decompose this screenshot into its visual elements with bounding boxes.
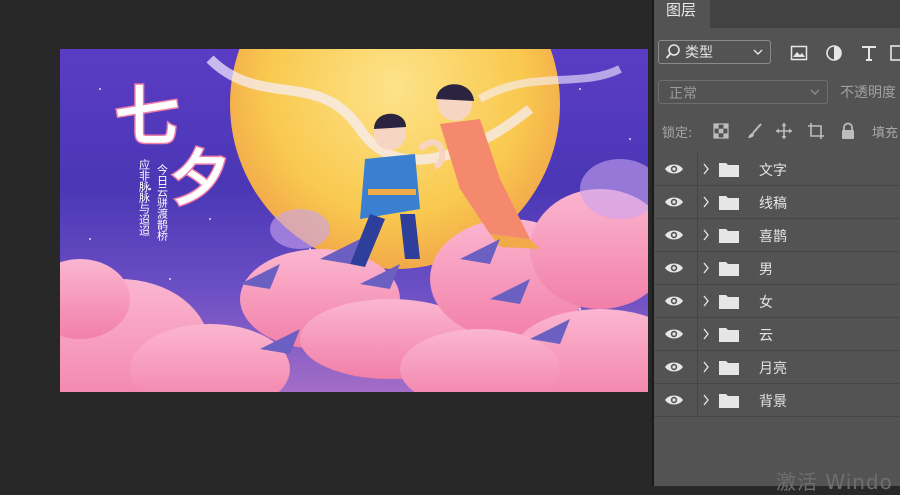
column-divider	[697, 351, 698, 383]
opacity-label: 不透明度	[840, 85, 896, 101]
column-divider	[697, 384, 698, 416]
layer-filter-row: 类型	[654, 36, 900, 68]
adjustment-filter-icon[interactable]	[825, 44, 843, 62]
layer-filter-select[interactable]: 类型	[658, 40, 771, 64]
text-filter-icon[interactable]	[860, 44, 878, 62]
chevron-down-icon	[753, 49, 763, 55]
folder-icon	[719, 229, 739, 243]
fill-label: 填充	[872, 126, 899, 141]
layer-name[interactable]: 云	[759, 325, 773, 345]
column-divider	[697, 153, 698, 185]
layer-row[interactable]: 喜鹊	[654, 219, 900, 252]
column-divider	[697, 219, 698, 251]
chevron-right-icon[interactable]	[702, 294, 710, 308]
layer-name[interactable]: 男	[759, 259, 773, 279]
folder-icon	[719, 295, 739, 309]
layer-name[interactable]: 文字	[759, 160, 787, 180]
title-char-xi: 夕	[170, 144, 230, 214]
layer-row[interactable]: 线稿	[654, 186, 900, 219]
lock-label: 锁定:	[662, 126, 693, 141]
folder-icon	[719, 262, 739, 276]
tab-layers[interactable]: 图层	[654, 0, 710, 28]
shape-filter-icon[interactable]	[890, 44, 900, 62]
eye-icon[interactable]	[664, 194, 684, 210]
image-filter-icon[interactable]	[790, 44, 808, 62]
panel-tab-bar: 图层	[654, 0, 900, 28]
layers-list: 文字 线稿 喜鹊 男 女 云 月亮 背景	[654, 153, 900, 417]
layer-row[interactable]: 文字	[654, 153, 900, 186]
layer-name[interactable]: 喜鹊	[759, 226, 787, 246]
eye-icon[interactable]	[664, 392, 684, 408]
folder-icon	[719, 163, 739, 177]
blend-mode-select[interactable]: 正常	[658, 80, 828, 104]
chevron-right-icon[interactable]	[702, 393, 710, 407]
folder-icon	[719, 361, 739, 375]
lock-row: 锁定: 填充	[654, 116, 900, 146]
chevron-right-icon[interactable]	[702, 327, 710, 341]
qixi-artwork: 七 夕 今日云骈渡鹊桥 应非脉脉与迢迢	[60, 49, 648, 392]
chevron-right-icon[interactable]	[702, 162, 710, 176]
eye-icon[interactable]	[664, 293, 684, 309]
chevron-right-icon[interactable]	[702, 228, 710, 242]
column-divider	[697, 285, 698, 317]
windows-activation-watermark: 激活 Windo	[776, 470, 893, 494]
layer-row[interactable]: 月亮	[654, 351, 900, 384]
eye-icon[interactable]	[664, 260, 684, 276]
eye-icon[interactable]	[664, 359, 684, 375]
column-divider	[697, 186, 698, 218]
folder-icon	[719, 196, 739, 210]
layer-name[interactable]: 背景	[759, 391, 787, 411]
poem-column-2: 应非脉脉与迢迢	[138, 158, 151, 236]
blend-mode-label: 正常	[669, 86, 697, 102]
layer-row[interactable]: 男	[654, 252, 900, 285]
folder-icon	[719, 394, 739, 408]
lock-position-icon[interactable]	[775, 122, 793, 140]
document-canvas[interactable]: 七 夕 今日云骈渡鹊桥 应非脉脉与迢迢	[60, 49, 648, 392]
eye-icon[interactable]	[664, 326, 684, 342]
poem-column-1: 今日云骈渡鹊桥	[156, 163, 169, 242]
lock-image-pixels-icon[interactable]	[746, 122, 764, 140]
folder-icon	[719, 328, 739, 342]
layer-name[interactable]: 线稿	[759, 193, 787, 213]
layer-filter-label: 类型	[685, 45, 713, 61]
chevron-right-icon[interactable]	[702, 261, 710, 275]
layer-name[interactable]: 月亮	[759, 358, 787, 378]
chevron-right-icon[interactable]	[702, 195, 710, 209]
eye-icon[interactable]	[664, 227, 684, 243]
layer-row[interactable]: 女	[654, 285, 900, 318]
column-divider	[697, 252, 698, 284]
document-workspace: 七 夕 今日云骈渡鹊桥 应非脉脉与迢迢	[0, 0, 652, 486]
chevron-right-icon[interactable]	[702, 360, 710, 374]
layers-panel: 图层 类型 正常 不透明度 锁定: 填充 文字 线稿 喜鹊 男 女 云 月亮 背…	[654, 0, 900, 494]
layer-name[interactable]: 女	[759, 292, 773, 312]
lock-transparent-pixels-icon[interactable]	[712, 122, 730, 140]
lock-artboard-icon[interactable]	[807, 122, 825, 140]
search-icon	[665, 44, 680, 59]
chevron-down-icon	[810, 89, 820, 95]
blend-row: 正常 不透明度	[654, 77, 900, 107]
layer-row[interactable]: 背景	[654, 384, 900, 417]
column-divider	[697, 318, 698, 350]
lock-all-icon[interactable]	[839, 122, 857, 140]
eye-icon[interactable]	[664, 161, 684, 177]
layer-row[interactable]: 云	[654, 318, 900, 351]
